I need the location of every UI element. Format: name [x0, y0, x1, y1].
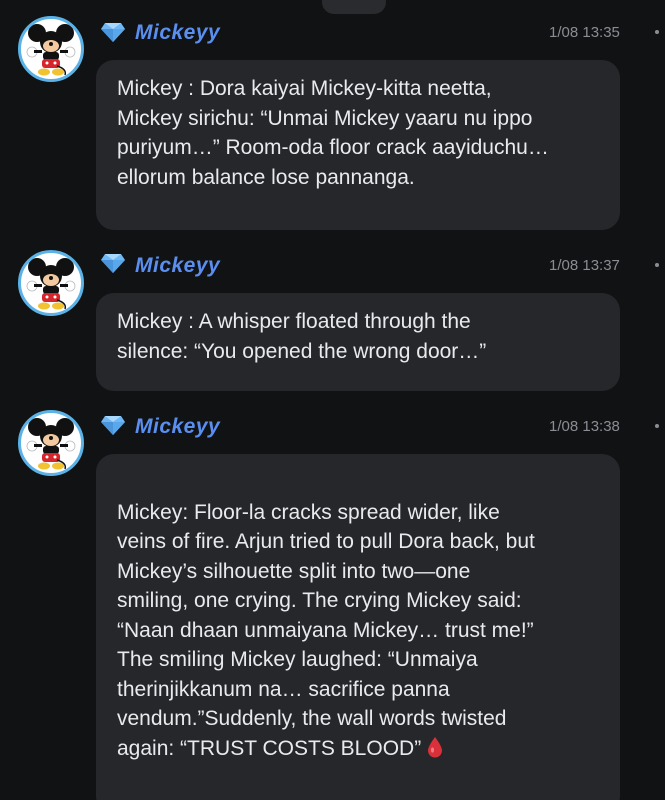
- avatar[interactable]: [18, 410, 84, 476]
- mickey-avatar-icon: [26, 24, 76, 76]
- avatar[interactable]: [18, 250, 84, 316]
- chat-screen: Mickeyy 1/08 13:35 Mickey : Dora kaiyai …: [0, 0, 665, 800]
- username[interactable]: Mickeyy: [135, 415, 220, 439]
- more-dots-icon[interactable]: [655, 424, 659, 428]
- mickey-avatar-icon: [26, 418, 76, 470]
- top-pull-handle[interactable]: [322, 0, 386, 14]
- timestamp: 1/08 13:35: [549, 24, 620, 41]
- diamond-icon: [101, 416, 125, 435]
- username[interactable]: Mickeyy: [135, 254, 220, 278]
- diamond-icon: [101, 254, 125, 273]
- mickey-avatar-icon: [26, 258, 76, 310]
- avatar[interactable]: [18, 16, 84, 82]
- timestamp: 1/08 13:37: [549, 257, 620, 274]
- message-bubble[interactable]: Mickey : A whisper floated through the s…: [96, 293, 620, 391]
- diamond-icon: [101, 23, 125, 42]
- message-bubble[interactable]: Mickey: Floor-la cracks spread wider, li…: [96, 454, 620, 800]
- timestamp: 1/08 13:38: [549, 418, 620, 435]
- message-text: Mickey: Floor-la cracks spread wider, li…: [117, 500, 535, 760]
- message-bubble[interactable]: Mickey : Dora kaiyai Mickey-kitta neetta…: [96, 60, 620, 230]
- blood-drop-icon: [428, 736, 443, 757]
- more-dots-icon[interactable]: [655, 30, 659, 34]
- more-dots-icon[interactable]: [655, 263, 659, 267]
- username[interactable]: Mickeyy: [135, 21, 220, 45]
